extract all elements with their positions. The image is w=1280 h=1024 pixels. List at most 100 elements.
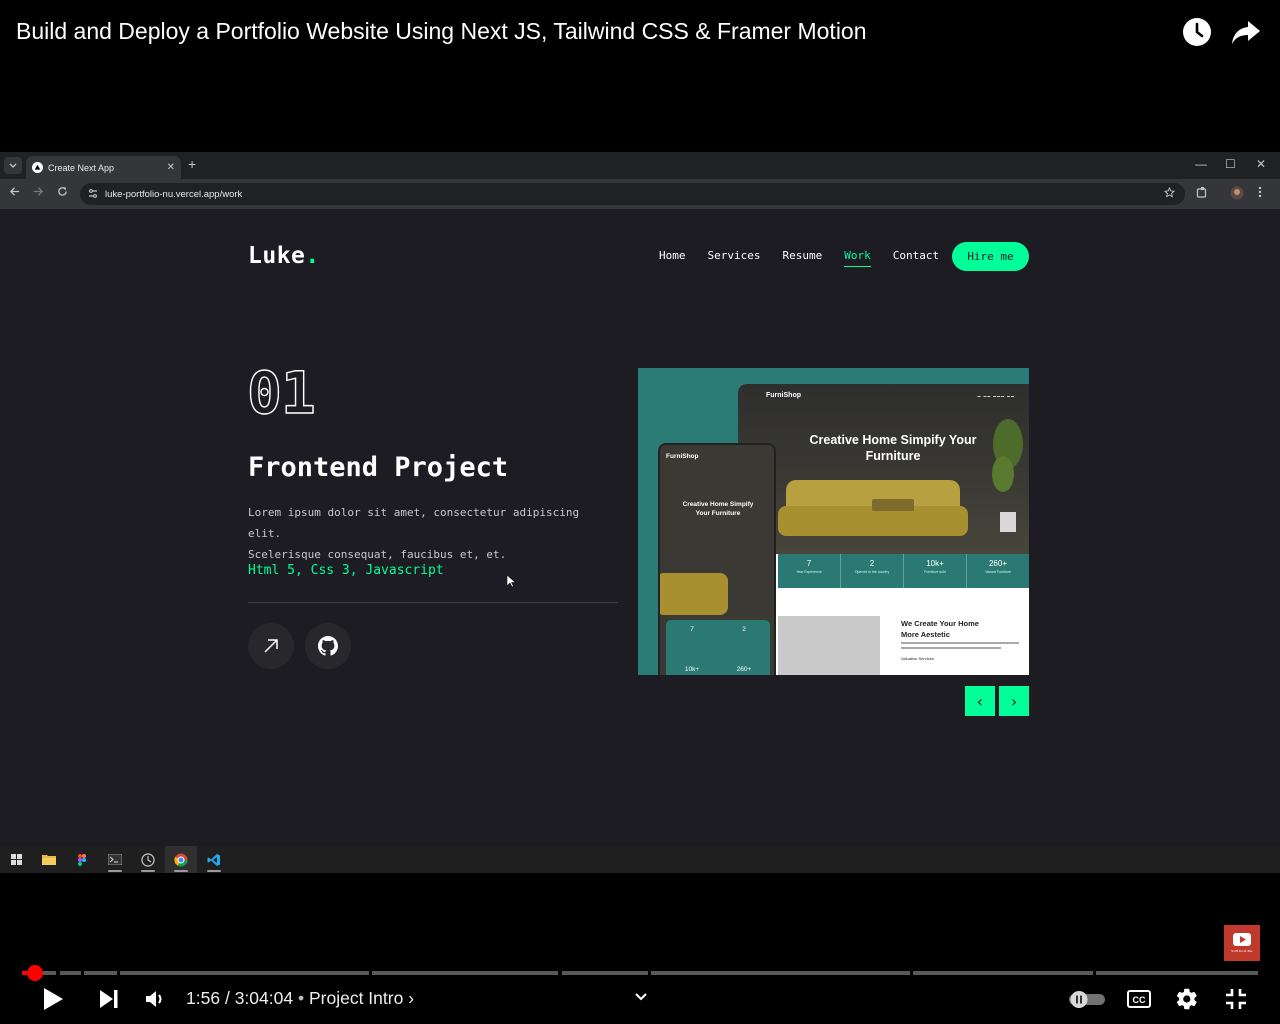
chapter-segment[interactable] xyxy=(562,971,648,975)
arrow-up-right-icon xyxy=(264,639,278,653)
divider xyxy=(248,602,618,603)
site-logo[interactable]: Luke. xyxy=(248,243,320,269)
mobile-sofa-image xyxy=(660,573,728,615)
chapter-chevron-icon[interactable]: › xyxy=(408,988,414,1008)
desktop-shop-button xyxy=(872,499,914,511)
browser-tab[interactable]: Create Next App ✕ xyxy=(26,156,181,179)
back-icon[interactable] xyxy=(9,186,20,200)
desktop-mockup: FurniShop ▬ ▬▬ ▬▬▬ ▬▬ Creative Home Simp… xyxy=(738,384,1029,675)
nav-services[interactable]: Services xyxy=(708,249,761,267)
figma-icon[interactable] xyxy=(66,846,98,873)
tab-title: Create Next App xyxy=(48,162,115,173)
desktop-lower-title: We Create Your Home More Aestetic xyxy=(901,619,979,639)
desktop-heading: Creative Home Simpify Your Furniture xyxy=(809,433,977,463)
autoplay-toggle[interactable] xyxy=(1066,984,1108,1014)
github-icon xyxy=(318,636,338,656)
autoplay-toggle-icon xyxy=(1069,991,1105,1008)
svg-text:CC: CC xyxy=(1133,995,1146,1005)
chapter-separator: • xyxy=(297,988,305,1008)
reload-icon[interactable] xyxy=(57,186,68,200)
chapter-segment[interactable] xyxy=(120,971,369,975)
project-thumbnail[interactable]: FurniShop ▬ ▬▬ ▬▬▬ ▬▬ Creative Home Simp… xyxy=(638,368,1029,675)
project-number: 01 xyxy=(246,359,316,427)
settings-icon xyxy=(1176,988,1197,1010)
project-description: Lorem ipsum dolor sit amet, consectetur … xyxy=(248,506,580,561)
mouse-cursor-icon xyxy=(506,573,517,592)
settings-button[interactable] xyxy=(1172,984,1202,1014)
maximize-button[interactable]: ☐ xyxy=(1225,157,1236,171)
slider-next-button[interactable]: › xyxy=(999,686,1029,716)
progress-scrubber[interactable] xyxy=(27,965,43,981)
portfolio-site: Luke. Home Services Resume Work Contact … xyxy=(0,209,1280,846)
clock-app-icon[interactable] xyxy=(132,846,164,873)
live-project-button[interactable] xyxy=(248,623,294,669)
chair-image xyxy=(778,616,880,675)
watch-later-icon[interactable] xyxy=(1181,16,1213,48)
new-tab-button[interactable]: + xyxy=(188,156,196,172)
youtube-logo-icon xyxy=(1233,933,1251,946)
time-display: 1:56 / 3:04:04 • Project Intro › xyxy=(186,988,414,1009)
nav-home[interactable]: Home xyxy=(659,249,686,267)
mobile-mockup: FurniShop Creative Home Simpify Your Fur… xyxy=(658,443,776,675)
exit-fullscreen-button[interactable] xyxy=(1221,984,1251,1014)
chrome-icon[interactable] xyxy=(165,846,197,873)
site-nav: Home Services Resume Work Contact xyxy=(659,249,961,267)
subscribe-watermark[interactable]: SUBSCRIBE xyxy=(1224,925,1260,961)
video-frame[interactable]: Create Next App ✕ + — ☐ ✕ luke-portfolio… xyxy=(0,152,1280,873)
next-button[interactable] xyxy=(94,984,124,1014)
desktop-brand: FurniShop xyxy=(766,392,801,399)
duration: 3:04:04 xyxy=(234,988,294,1008)
github-button[interactable] xyxy=(305,623,351,669)
chapter-segment[interactable] xyxy=(651,971,910,975)
exit-fullscreen-icon xyxy=(1226,989,1246,1009)
forward-icon[interactable] xyxy=(33,186,44,200)
captions-button[interactable]: CC xyxy=(1124,984,1154,1014)
video-title[interactable]: Build and Deploy a Portfolio Website Usi… xyxy=(16,18,867,45)
chapter-segment[interactable] xyxy=(84,971,117,975)
minimize-button[interactable]: — xyxy=(1195,157,1207,171)
chapters-dropdown-icon[interactable] xyxy=(630,982,652,1012)
profile-avatar-icon[interactable] xyxy=(1230,186,1244,203)
project-title: Frontend Project xyxy=(248,452,509,483)
desktop-menu: ▬ ▬▬ ▬▬▬ ▬▬ xyxy=(977,394,1015,398)
close-window-button[interactable]: ✕ xyxy=(1256,157,1266,171)
share-icon[interactable] xyxy=(1230,16,1262,48)
nextjs-favicon-icon xyxy=(32,162,43,173)
windows-start-icon[interactable] xyxy=(0,846,32,873)
bookmark-star-icon[interactable] xyxy=(1163,186,1176,201)
address-bar[interactable]: luke-portfolio-nu.vercel.app/work xyxy=(80,183,1185,205)
subscribe-label: SUBSCRIBE xyxy=(1231,949,1253,953)
nav-resume[interactable]: Resume xyxy=(782,249,822,267)
browser-tabstrip: Create Next App ✕ + — ☐ ✕ xyxy=(0,152,1280,179)
tab-close-icon[interactable]: ✕ xyxy=(167,162,175,173)
chapter-title[interactable]: Project Intro xyxy=(309,988,403,1008)
slider-prev-button[interactable]: ‹ xyxy=(965,686,995,716)
windows-taskbar xyxy=(0,846,1280,873)
tab-search-icon[interactable] xyxy=(4,157,22,174)
chapter-segment[interactable] xyxy=(913,971,1093,975)
browser-toolbar: luke-portfolio-nu.vercel.app/work xyxy=(0,179,1280,209)
vscode-icon[interactable] xyxy=(198,846,230,873)
chapter-segment[interactable] xyxy=(372,971,558,975)
play-icon xyxy=(44,988,63,1010)
browser-menu-icon[interactable] xyxy=(1258,186,1262,201)
volume-button[interactable] xyxy=(140,984,170,1014)
mobile-stats: 7 2 10k+ 260+ xyxy=(666,620,770,675)
progress-bar[interactable] xyxy=(22,971,1258,975)
current-time: 1:56 xyxy=(186,988,221,1008)
chapter-segment[interactable] xyxy=(1096,971,1258,975)
next-icon xyxy=(100,990,118,1008)
site-info-icon[interactable] xyxy=(88,188,98,200)
plant-image xyxy=(992,419,1023,532)
time-separator: / xyxy=(224,988,230,1008)
chapter-segment[interactable] xyxy=(60,971,81,975)
captions-icon: CC xyxy=(1127,990,1151,1008)
file-explorer-icon[interactable] xyxy=(33,846,65,873)
extensions-icon[interactable] xyxy=(1196,186,1208,201)
nav-contact[interactable]: Contact xyxy=(893,249,939,267)
mobile-brand: FurniShop xyxy=(666,453,699,460)
hire-me-button[interactable]: Hire me xyxy=(952,242,1029,271)
play-button[interactable] xyxy=(38,984,68,1014)
terminal-icon[interactable] xyxy=(99,846,131,873)
nav-work[interactable]: Work xyxy=(844,249,871,267)
